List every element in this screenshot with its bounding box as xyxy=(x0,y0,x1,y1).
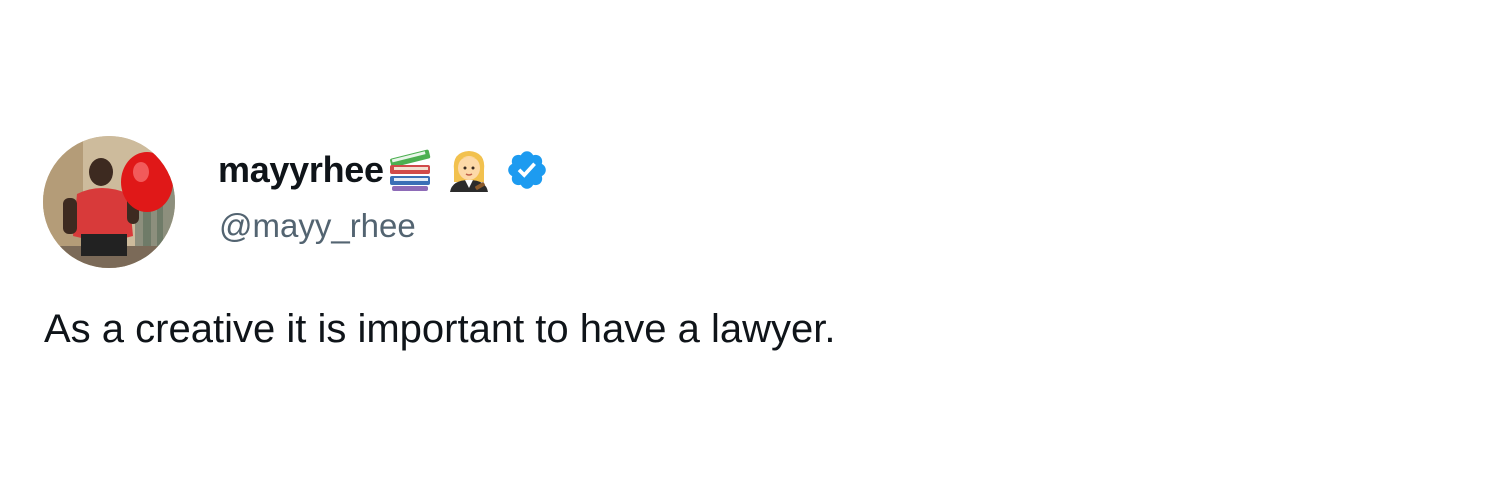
woman-judge-emoji xyxy=(446,148,492,192)
avatar-photo xyxy=(43,136,175,268)
avatar[interactable] xyxy=(43,136,175,268)
tweet-text: As a creative it is important to have a … xyxy=(44,307,836,351)
display-name[interactable]: mayyrhee xyxy=(218,146,384,194)
user-handle[interactable]: @mayy_rhee xyxy=(219,204,416,248)
name-row: mayyrhee xyxy=(218,146,549,194)
tweet: mayyrhee @mayy_rhee As a creative it is … xyxy=(0,0,1500,499)
books-emoji xyxy=(386,148,434,192)
verified-badge-icon[interactable] xyxy=(505,148,549,192)
